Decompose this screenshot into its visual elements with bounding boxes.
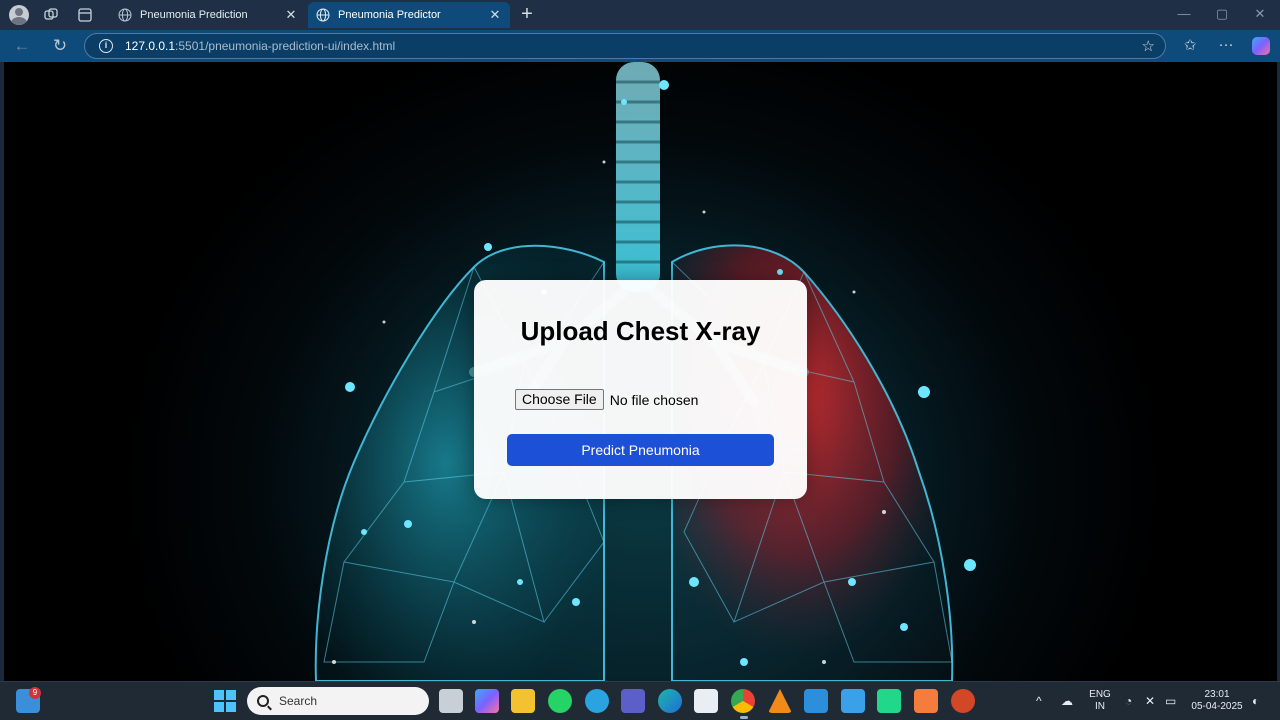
- chrome-running-indicator: [740, 716, 748, 719]
- refresh-icon[interactable]: ↻: [48, 35, 72, 57]
- battery-icon[interactable]: ▭: [1165, 694, 1176, 708]
- maximize-icon[interactable]: ▢: [1212, 6, 1232, 22]
- copilot-app-icon[interactable]: [475, 689, 499, 713]
- url-path: :5501/pneumonia-prediction-ui/index.html: [175, 39, 396, 53]
- search-icon: [257, 695, 269, 707]
- more-icon[interactable]: ···: [1215, 36, 1237, 53]
- close-icon[interactable]: ✕: [488, 7, 502, 23]
- task-view-icon[interactable]: [439, 689, 463, 713]
- powerpoint-icon[interactable]: [951, 689, 975, 713]
- url-field[interactable]: i 127.0.0.1:5501/pneumonia-prediction-ui…: [84, 33, 1166, 59]
- wifi-icon[interactable]: ◔: [1125, 694, 1132, 708]
- url-host: 127.0.0.1: [125, 39, 176, 53]
- copilot-icon[interactable]: [1252, 37, 1270, 55]
- mute-icon[interactable]: ✕: [1145, 694, 1155, 708]
- back-icon[interactable]: ←: [10, 35, 34, 57]
- page-viewport: Upload Chest X-ray Choose File No file c…: [4, 62, 1277, 681]
- tab-title: Pneumonia Prediction: [140, 9, 248, 21]
- close-icon[interactable]: ✕: [284, 7, 298, 23]
- start-icon[interactable]: [214, 690, 236, 712]
- store-icon[interactable]: [694, 689, 718, 713]
- paint-icon[interactable]: [914, 689, 938, 713]
- vscode-icon[interactable]: [804, 689, 828, 713]
- globe-icon: [118, 8, 132, 22]
- pycharm-icon[interactable]: [877, 689, 901, 713]
- globe-icon: [316, 8, 330, 22]
- predict-pneumonia-button[interactable]: Predict Pneumonia: [507, 434, 774, 466]
- chevron-up-icon[interactable]: ^: [1036, 694, 1042, 708]
- new-tab-icon[interactable]: +: [516, 3, 538, 25]
- tab-pneumonia-predictor[interactable]: Pneumonia Predictor ✕: [308, 2, 510, 28]
- edge-icon[interactable]: [658, 689, 682, 713]
- window-close-icon[interactable]: ✕: [1250, 6, 1270, 22]
- tab-pneumonia-prediction[interactable]: Pneumonia Prediction ✕: [110, 2, 306, 28]
- clock[interactable]: 23:01 05-04-2025: [1186, 689, 1248, 713]
- tab-title: Pneumonia Predictor: [338, 9, 441, 21]
- notepad-icon[interactable]: [841, 689, 865, 713]
- favorite-star-icon[interactable]: ☆: [1142, 37, 1155, 55]
- widgets-badge: 9: [29, 687, 41, 699]
- address-bar: ← ↻ i 127.0.0.1:5501/pneumonia-predictio…: [0, 30, 1280, 62]
- workspaces-icon[interactable]: [34, 0, 68, 30]
- file-input[interactable]: Choose File No file chosen: [515, 389, 698, 410]
- clock-date: 05-04-2025: [1191, 701, 1243, 712]
- whatsapp-icon[interactable]: [548, 689, 572, 713]
- telegram-icon[interactable]: [585, 689, 609, 713]
- tab-bar: Pneumonia Prediction ✕ Pneumonia Predict…: [0, 0, 1280, 30]
- choose-file-button[interactable]: Choose File: [515, 389, 604, 410]
- file-explorer-icon[interactable]: [511, 689, 535, 713]
- language-top: ENG: [1089, 689, 1111, 700]
- upload-card: Upload Chest X-ray Choose File No file c…: [474, 280, 807, 499]
- taskbar: 9 Search ^ ☁ ENG IN ◔ ✕ ▭ 23:01 05-04-20…: [0, 681, 1280, 720]
- favorites-icon[interactable]: ✩: [1179, 36, 1201, 54]
- taskbar-search-input[interactable]: Search: [247, 687, 429, 715]
- file-status-text: No file chosen: [609, 391, 699, 408]
- info-icon[interactable]: i: [99, 39, 113, 53]
- language-indicator[interactable]: ENG IN: [1086, 689, 1114, 713]
- profile-icon[interactable]: [0, 0, 34, 30]
- page-title: Upload Chest X-ray: [520, 316, 761, 346]
- notifications-icon[interactable]: ◐: [1252, 694, 1259, 708]
- minimize-icon[interactable]: —: [1174, 6, 1194, 21]
- search-placeholder: Search: [279, 694, 318, 708]
- url-text: 127.0.0.1:5501/pneumonia-prediction-ui/i…: [125, 39, 395, 53]
- clock-time: 23:01: [1204, 689, 1230, 700]
- tab-actions-icon[interactable]: [68, 0, 102, 30]
- cloud-icon[interactable]: ☁: [1061, 694, 1073, 708]
- teams-icon[interactable]: [621, 689, 645, 713]
- vlc-icon[interactable]: [768, 689, 792, 713]
- language-bottom: IN: [1095, 701, 1105, 712]
- chrome-icon[interactable]: [731, 689, 755, 713]
